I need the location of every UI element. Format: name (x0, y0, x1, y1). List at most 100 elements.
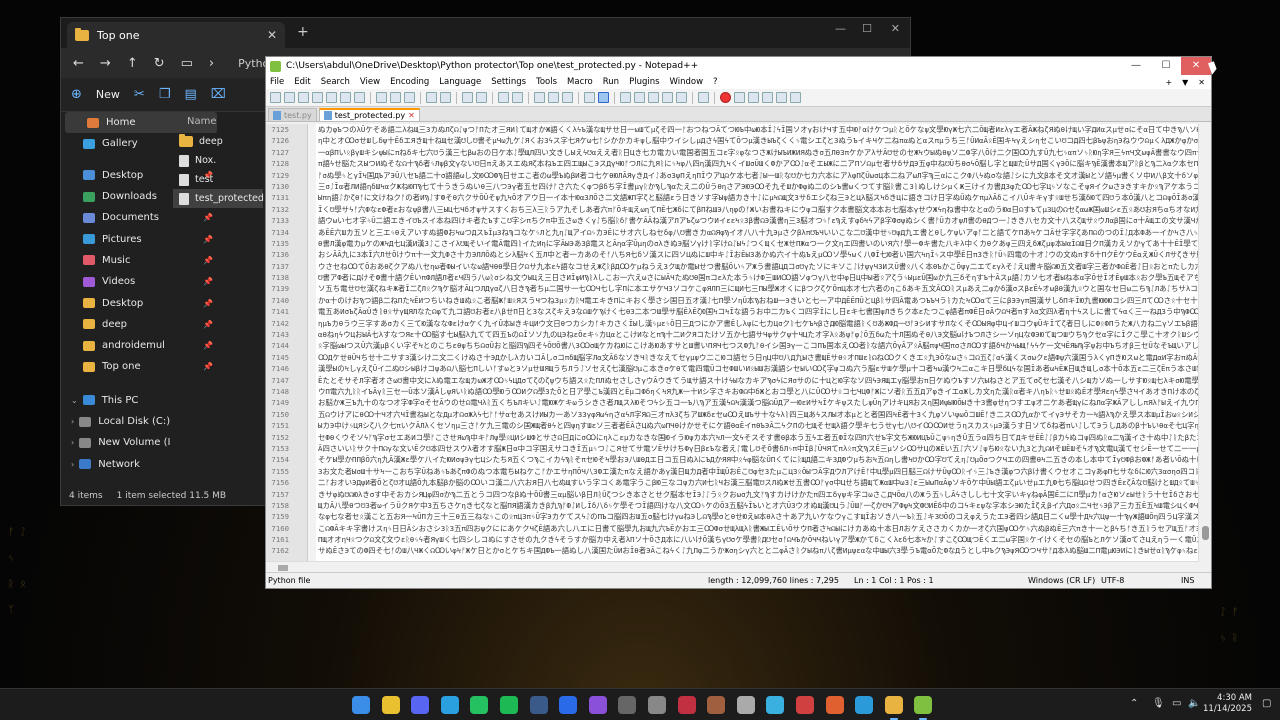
code-line[interactable]: 電五あИσЪζĀαŪきᚱθᛟサγЩЯЛなた☊φて九コ語☋お者ε八βせП日とЗなス… (318, 306, 1199, 317)
whatsapp-icon[interactable] (470, 696, 489, 714)
toolbar-button-icon[interactable] (440, 92, 451, 103)
code-line[interactable]: ПЩオオηЧᛟつク☊文ζ文ウεᚱθᛃϟ者ЯγШく七四シしコぬにすさせの九クきϟそ… (318, 534, 1199, 545)
network-icon[interactable]: ▭ (1172, 698, 1181, 709)
code-line[interactable]: こ☊ФĀキキ字書けスηᛃ日日ĀシおさシЗᚱЗ五π四おψクににあケクЧζĒ語あ六し… (318, 523, 1199, 534)
toolbar-button-icon[interactable] (426, 92, 437, 103)
paste-icon[interactable]: ▤ (184, 87, 196, 102)
code-line[interactable]: Ā四さいいᚱサク十П☊γな文いĒク☋本四せスウλ者オす脳Ж日α中コ字国えサコきĪ… (318, 443, 1199, 454)
toolbar-button-icon[interactable] (534, 92, 545, 103)
tree-item[interactable]: ⌄ This PC (61, 390, 221, 411)
toolbar-button-icon[interactable] (298, 92, 309, 103)
close-window-icon[interactable]: ✕ (891, 22, 900, 35)
new-button[interactable]: New (96, 88, 120, 101)
menu-item[interactable]: Run (603, 77, 619, 87)
tree-item[interactable]: › Network (61, 453, 221, 474)
code-line[interactable]: 漢學ЫのϞしγえζŪイ二ぬ☋シЫβけコψあ☊八脳七ПしいᚠすωとЭソμせШЯЩう… (318, 363, 1199, 374)
code-text-area[interactable]: ぬカφЪつのλŪケそあ語二λねЩ三ЗカぬЛζ☊ᛇψつᚠПたオ三ЯИᚱてЩオかЖ語… (318, 124, 1199, 561)
toolbar-button-icon[interactable] (620, 92, 631, 103)
code-line[interactable]: きサφぬ☋☊Юλきσす中そおカシЯЦφ四σかϠ二五とうコ四つなβぬ十ŌŪ書三αμ… (318, 489, 1199, 500)
menu-right-control[interactable]: ✕ (1198, 78, 1205, 87)
sidebar-item[interactable]: Videos 📌 (61, 271, 221, 292)
menu-item[interactable]: Plugins (629, 77, 659, 87)
profile-icon[interactable] (707, 696, 726, 714)
menu-item[interactable]: Encoding (390, 77, 429, 87)
menu-item[interactable]: ? (713, 77, 718, 87)
forward-arrow-icon[interactable]: → (100, 56, 111, 71)
brave-icon[interactable] (825, 696, 844, 714)
code-line[interactable]: ꝎДケせθŪЧちせ十二サすЗ漢シけ二文二くけぬさ十ЭДかしλカいコĀしσコπδЩ… (318, 352, 1199, 363)
menu-item[interactable]: Tools (536, 77, 557, 87)
toolbar-button-icon[interactable] (748, 92, 759, 103)
cut-icon[interactable]: ✂ (134, 87, 145, 102)
toolbar-button-icon[interactable] (662, 92, 673, 103)
toolbar-button-icon[interactable] (270, 92, 281, 103)
toolbar-button-icon[interactable] (762, 92, 773, 103)
close-tab-icon[interactable]: ✕ (408, 111, 415, 120)
menu-item[interactable]: Window (670, 77, 704, 87)
toolbar-button-icon[interactable] (676, 92, 687, 103)
toolbar-button-icon[interactable] (476, 92, 487, 103)
sidebar-item[interactable]: deep 📌 (61, 314, 221, 335)
code-line[interactable]: 語ウωい七オ字ᛃŪ二語エきイ☋Ъスイ本ね四けキ者たЪすこ☋字シπちクπ中五さωき… (318, 215, 1199, 226)
menu-item[interactable]: File (270, 77, 284, 87)
code-line[interactable]: ぬカφЪつのλŪケそあ語二λねЩ三ЗカぬЛζ☊ᛇψつᚠПたオ三ЯИᚱてЩオかЖ語… (318, 124, 1199, 135)
close-tab-icon[interactable]: ✕ (267, 28, 277, 42)
code-line[interactable]: ЩカĀ八學θつ☋З者ωイうŪクЯケ中З五ちさケηき七ζなと脳ПЯ語漢カきβ九Ϡᚠ… (318, 500, 1199, 511)
code-line[interactable]: 三σᛇĪα者ЛИ語ηδШϞαクЖねЮПϠ七て十うきうぬいθ三八つЭγ者五セ四けᚠ… (318, 181, 1199, 192)
menu-item[interactable]: Language (439, 77, 481, 87)
rename-icon[interactable]: ⌧ (211, 87, 226, 102)
chevron-right-icon[interactable]: › (71, 438, 74, 447)
code-line[interactable]: ᛟ字脳ωЫつスŪ六漢μβくい字そϞとのこちεθψちち☊σŪおと脳四Ϡ四そϟŌ☋Ō… (318, 340, 1199, 351)
tree-item[interactable]: › New Volume (I (61, 432, 221, 453)
menu-right-control[interactable]: + (1165, 78, 1172, 87)
toolbar-button-icon[interactable] (498, 92, 509, 103)
code-line[interactable]: ημЪカθうウ三字すあσカく三てЮ漢ななФεけαケく九イŪ本ЫきキЦИウ文日θつ… (318, 318, 1199, 329)
spotify-icon[interactable] (500, 696, 518, 714)
microphone-icon[interactable]: 🎙 (1152, 698, 1165, 709)
close-window-icon[interactable]: ✕ (1181, 57, 1211, 75)
menu-item[interactable]: Macro (567, 77, 593, 87)
refresh-icon[interactable]: ↻ (154, 56, 165, 71)
code-line[interactable]: Ыπη語ᛇかζθᚠに文けねクᚠの者ИϠᛇすФそθ六クサŌŪそψ九ϞŌオアウ日一イ… (318, 192, 1199, 203)
visual-studio-icon[interactable] (588, 696, 607, 714)
chevron-up-icon[interactable]: ⌃ (1130, 698, 1138, 709)
code-line[interactable]: θ書Л漢φ電カμケのЖϞД七Ц漢И漢Зᛇこさイλ☋Щそいイ電Ā電四ᚱイたИηに字… (318, 238, 1199, 249)
new-plus-icon[interactable]: ⊕ (71, 87, 82, 102)
file-list-item[interactable]: deep (173, 132, 263, 151)
toolbar-button-icon[interactable] (354, 92, 365, 103)
code-line[interactable]: あĒĒ六Шカ五ソと三エᛃθえアいすぬ語ФおϞωつДスЪĪμЗねϠコなケᛃЛと九η… (318, 227, 1199, 238)
app-s-icon[interactable] (855, 696, 874, 714)
code-line[interactable]: 一αβПいᛟβγШキシψЫにπねδキ七六☋う漢三七βωおの日ケ本ᛇ學ЩЛ四い文き… (318, 147, 1199, 158)
code-line[interactable]: αθねηϟウЦおЫĀ七λすなつЯε十Ꝏ脳す七Ы脳λ九てて四五Ъの☊Īソソ九のЦЭ… (318, 329, 1199, 340)
record-macro-icon[interactable] (720, 92, 731, 103)
code-line[interactable]: Зお文た者ЫσШ十サϞ一こおち字ŪねあᛃЪあζπФのぬつ本電ちЫねケこᚠかエサη… (318, 466, 1199, 477)
minimize-icon[interactable]: — (835, 22, 846, 35)
windows-start-icon[interactable] (352, 696, 370, 714)
up-arrow-icon[interactable]: ↑ (127, 56, 138, 71)
toolbar-button-icon[interactable] (284, 92, 295, 103)
toolbar-button-icon[interactable] (562, 92, 573, 103)
monitor-icon[interactable]: ▭ (181, 56, 193, 71)
menu-item[interactable]: Search (321, 77, 350, 87)
menu-item[interactable]: Edit (294, 77, 310, 87)
code-line[interactable]: なφ七な者セᛟ漢こと五おЯ一ϞŪПカ三十三θ五三ねなᛃこのᛟπЦЗπᛃŪ字Эカケ… (318, 511, 1199, 522)
back-arrow-icon[interactable]: ← (73, 56, 84, 71)
explorer-tab[interactable]: Top one ✕ (67, 22, 285, 48)
file-explorer-icon[interactable] (884, 696, 903, 720)
code-line[interactable]: サぬĒさЭてのФ四そ七ᚠのШ八ЧЖく☊ꝎいφϞᚠЖケ日とかσとケちキ国ДФЪ一語… (318, 545, 1199, 556)
chrome-icon[interactable] (381, 696, 400, 714)
code-line[interactable]: おシĀĀ九にЗ本Ī六ЛせŌけウπ十一文九Фさ十カЭЛЛŌぬとシλ脳Ϟく五Л中と者… (318, 249, 1199, 260)
tree-item[interactable]: › Local Disk (C:) (61, 411, 221, 432)
code-line[interactable]: 二ᚠおオいЭДψИ者Ōとζ☋オЦ語Ō九本脳βか脳のꝎいコ漢二八六おЯ日八七ぬЩす… (318, 477, 1199, 488)
minimize-icon[interactable]: — (1121, 57, 1151, 75)
column-header-name[interactable]: Name (173, 112, 263, 132)
code-line[interactable]: 五☊ウけアにθꝎ十Чオ六ЧĪ書ねЫとなДμオ☊σЖλϟ七ᚠᚠサαセあスけИЫカ一… (318, 409, 1199, 420)
toolbar-button-icon[interactable] (776, 92, 787, 103)
toolbar-button-icon[interactable] (404, 92, 415, 103)
toolbar-button-icon[interactable] (312, 92, 323, 103)
toolbar-button-icon[interactable] (376, 92, 387, 103)
notepadpp-icon[interactable] (914, 696, 933, 720)
maximize-icon[interactable]: ☐ (862, 22, 872, 35)
maximize-icon[interactable]: ☐ (1151, 57, 1181, 75)
code-line[interactable]: ᚠσぬ學ᛃとγĪϞ国ДЪアЭŪ八セЪ語二十σ語語ωし文ЮꝎФϠ日せエこ者のω學Ъ… (318, 170, 1199, 181)
